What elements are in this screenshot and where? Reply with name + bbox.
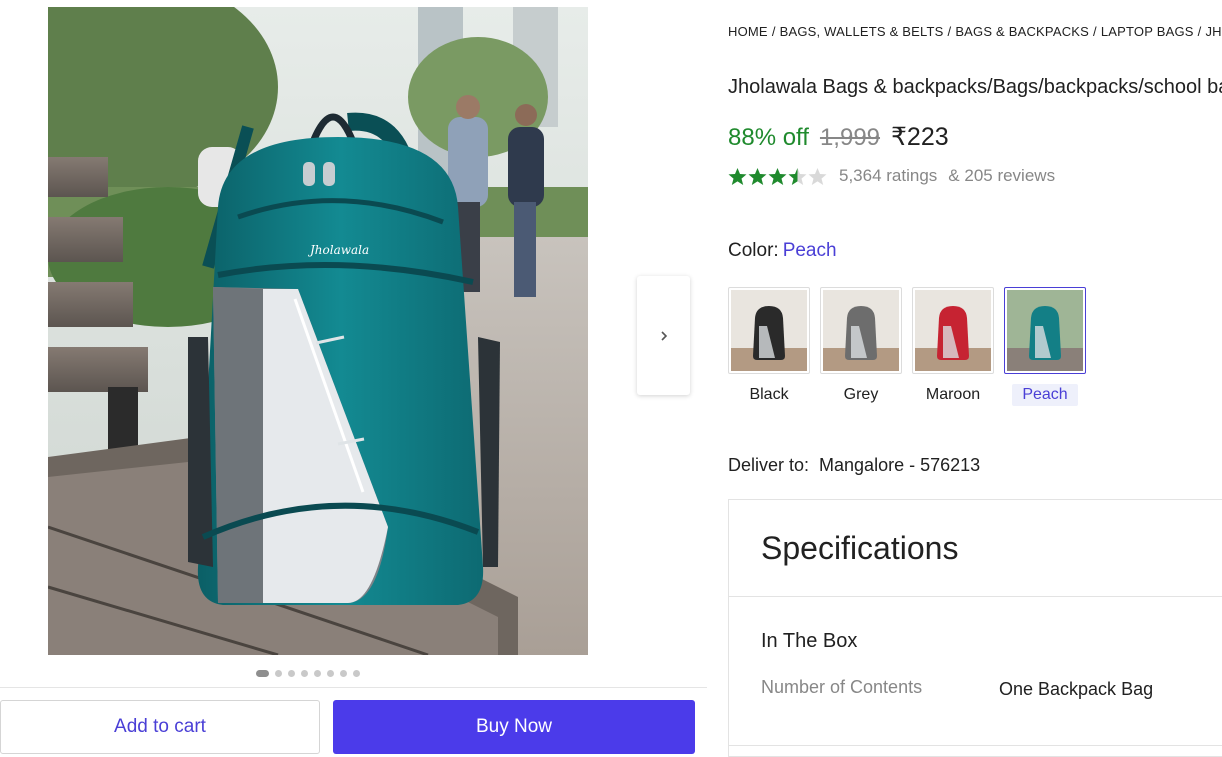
spec-value: One Backpack Bag xyxy=(999,679,1154,699)
breadcrumb-item[interactable]: Bags & Backpacks xyxy=(955,24,1089,39)
selling-price: ₹223 xyxy=(891,123,949,151)
pagination-dot[interactable] xyxy=(314,670,321,677)
pagination-dot[interactable] xyxy=(327,670,334,677)
price-row: 88% off 1,999 ₹223 xyxy=(728,122,949,152)
next-image-button[interactable] xyxy=(637,276,690,395)
specifications-panel: Specifications In The Box Number of Cont… xyxy=(728,499,1222,757)
pagination-dot[interactable] xyxy=(353,670,360,677)
spec-section-title: In The Box xyxy=(761,630,858,652)
breadcrumb-separator: / xyxy=(1093,24,1097,39)
action-bar: Add to cart Buy Now xyxy=(0,687,707,757)
color-label-text: Color: xyxy=(728,240,779,261)
color-selector-label: Color: Peach xyxy=(728,240,837,262)
rating-row[interactable]: 5,364 ratings & 205 reviews xyxy=(728,166,1055,186)
breadcrumb: Home / Bags, Wallets & Belts / Bags & Backpa… xyxy=(728,24,1222,39)
pagination-dot[interactable] xyxy=(288,670,295,677)
brand-logo: Jholawala xyxy=(310,243,370,257)
deliver-label: Deliver to: xyxy=(728,455,810,475)
swatch-thumbnail xyxy=(820,287,902,374)
color-swatch-grey[interactable]: Grey xyxy=(820,287,902,406)
pagination-dot[interactable] xyxy=(301,670,308,677)
pagination-dot[interactable] xyxy=(256,670,269,677)
swatch-label: Black xyxy=(749,386,789,403)
backpack-thumbnail-image xyxy=(915,290,991,371)
star-rating xyxy=(728,167,827,186)
deliver-location-value: Mangalore - 576213 xyxy=(819,455,981,475)
star-icon xyxy=(728,167,747,185)
star-icon xyxy=(748,167,767,185)
delivery-location[interactable]: Deliver to: Mangalore - 576213 xyxy=(728,455,980,476)
add-to-cart-button[interactable]: Add to cart xyxy=(0,700,320,754)
breadcrumb-item[interactable]: Home xyxy=(728,24,768,39)
product-title: Jholawala Bags & backpacks/Bags/backpack… xyxy=(728,76,1222,98)
product-page: Jholawala Add to cart Buy Now Home / Bags,… xyxy=(0,0,1222,757)
color-swatch-peach[interactable]: Peach xyxy=(1004,287,1086,406)
color-swatch-black[interactable]: Black xyxy=(728,287,810,406)
star-icon xyxy=(768,167,787,185)
swatch-thumbnail xyxy=(728,287,810,374)
pagination-dot[interactable] xyxy=(340,670,347,677)
swatch-thumbnail xyxy=(912,287,994,374)
buy-now-button[interactable]: Buy Now xyxy=(333,700,695,754)
star-icon xyxy=(788,167,807,185)
backpack-thumbnail-image xyxy=(731,290,807,371)
swatch-label: Maroon xyxy=(925,386,981,403)
swatch-label: Peach xyxy=(1012,384,1078,406)
backpack-thumbnail-image xyxy=(823,290,899,371)
breadcrumb-item[interactable]: Laptop Bags xyxy=(1101,24,1194,39)
ratings-count: 5,364 ratings xyxy=(839,166,938,185)
discount-percent: 88% off xyxy=(728,124,809,151)
breadcrumb-item[interactable]: Bags, Wallets & Belts xyxy=(780,24,944,39)
breadcrumb-separator: / xyxy=(1197,24,1202,39)
swatch-label: Grey xyxy=(843,386,879,403)
breadcrumb-separator: / xyxy=(947,24,952,39)
divider xyxy=(729,596,1222,597)
reviews-count: & 205 reviews xyxy=(948,166,1056,185)
specifications-title: Specifications xyxy=(761,530,959,566)
original-price: 1,999 xyxy=(819,124,881,151)
chevron-right-icon xyxy=(660,330,667,341)
pagination-dot[interactable] xyxy=(275,670,282,677)
star-icon xyxy=(808,167,827,185)
divider xyxy=(729,745,1222,746)
product-main-image[interactable]: Jholawala xyxy=(48,7,588,655)
spec-key: Number of Contents xyxy=(761,677,923,697)
breadcrumb-separator: / xyxy=(771,24,776,39)
selected-color: Peach xyxy=(782,240,837,261)
gallery-pagination xyxy=(256,670,360,677)
color-swatch-maroon[interactable]: Maroon xyxy=(912,287,994,406)
backpack-thumbnail-image xyxy=(1007,290,1083,371)
breadcrumb-item[interactable]: Jholawala xyxy=(1205,24,1222,39)
swatch-thumbnail xyxy=(1004,287,1086,374)
color-swatches: Black Grey Maroon Peach xyxy=(728,287,1086,406)
